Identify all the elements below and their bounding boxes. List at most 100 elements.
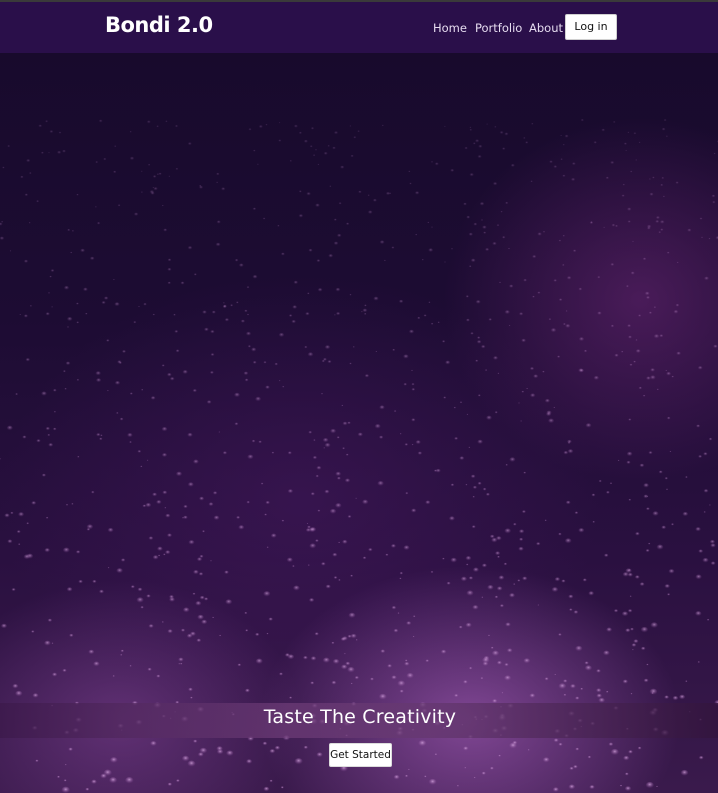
- raindrop: [472, 495, 475, 498]
- raindrop: [390, 544, 396, 549]
- raindrop: [490, 646, 494, 650]
- raindrop: [695, 611, 702, 617]
- raindrop: [362, 499, 369, 505]
- raindrop: [472, 142, 476, 145]
- raindrop: [197, 614, 204, 620]
- raindrop: [243, 371, 249, 376]
- raindrop: [51, 306, 53, 308]
- raindrop: [362, 556, 367, 560]
- raindrop: [465, 556, 472, 561]
- raindrop: [298, 214, 304, 218]
- raindrop: [664, 695, 669, 700]
- raindrop: [624, 772, 629, 776]
- raindrop: [322, 657, 330, 664]
- raindrop: [165, 550, 171, 555]
- raindrop: [234, 258, 239, 262]
- raindrop: [293, 585, 300, 591]
- get-started-button[interactable]: Get Started: [329, 743, 392, 767]
- raindrop: [404, 443, 408, 446]
- raindrop: [542, 370, 545, 373]
- raindrop: [574, 511, 579, 515]
- raindrop: [255, 658, 263, 665]
- raindrop: [628, 418, 632, 421]
- raindrop: [147, 163, 151, 166]
- raindrop: [345, 661, 351, 666]
- raindrop: [499, 131, 504, 135]
- raindrop: [493, 182, 498, 186]
- raindrop: [477, 394, 481, 397]
- raindrop: [181, 628, 185, 632]
- raindrop: [411, 418, 416, 422]
- raindrop: [481, 771, 486, 776]
- raindrop: [364, 304, 367, 307]
- raindrop: [466, 215, 470, 219]
- raindrop: [219, 634, 222, 637]
- raindrop: [404, 659, 408, 662]
- raindrop: [397, 612, 400, 614]
- raindrop: [450, 169, 455, 172]
- raindrop: [314, 632, 319, 636]
- raindrop: [411, 508, 417, 513]
- raindrop: [506, 648, 513, 653]
- raindrop: [494, 126, 497, 128]
- raindrop: [610, 263, 615, 267]
- raindrop: [255, 396, 261, 402]
- raindrop: [470, 332, 474, 335]
- raindrop: [403, 545, 410, 551]
- raindrop: [381, 124, 384, 127]
- raindrop: [218, 431, 221, 433]
- raindrop: [62, 149, 66, 153]
- raindrop: [156, 125, 159, 128]
- raindrop: [672, 695, 679, 701]
- nav-link-about[interactable]: About: [529, 21, 563, 35]
- raindrop: [544, 398, 550, 403]
- raindrop: [331, 680, 337, 685]
- raindrop: [355, 497, 357, 499]
- raindrop: [225, 599, 233, 605]
- raindrop: [519, 529, 525, 534]
- raindrop: [237, 663, 242, 667]
- raindrop: [550, 328, 557, 333]
- raindrop: [713, 152, 716, 155]
- raindrop: [433, 469, 438, 473]
- raindrop: [224, 318, 229, 322]
- raindrop: [505, 622, 511, 627]
- raindrop: [627, 572, 633, 577]
- raindrop: [216, 746, 223, 752]
- raindrop: [367, 194, 370, 197]
- raindrop: [411, 443, 414, 446]
- raindrop: [309, 598, 315, 603]
- login-button[interactable]: Log in: [565, 14, 617, 40]
- raindrop: [253, 149, 256, 152]
- raindrop: [137, 587, 143, 592]
- raindrop: [278, 332, 285, 338]
- raindrop: [598, 480, 602, 483]
- raindrop: [248, 128, 252, 131]
- brand-logo[interactable]: Bondi 2.0: [105, 13, 213, 37]
- raindrop: [255, 632, 260, 637]
- raindrop: [245, 331, 252, 336]
- raindrop: [62, 668, 67, 673]
- raindrop: [627, 131, 630, 134]
- raindrop: [51, 642, 54, 645]
- raindrop: [193, 570, 199, 575]
- raindrop: [336, 436, 340, 439]
- raindrop: [116, 412, 119, 415]
- raindrop: [129, 131, 132, 133]
- raindrop: [141, 389, 144, 391]
- nav-link-home[interactable]: Home: [433, 21, 467, 35]
- raindrop: [656, 544, 664, 550]
- raindrop: [638, 141, 641, 144]
- raindrop: [236, 516, 241, 520]
- raindrop: [26, 159, 31, 163]
- raindrop: [85, 312, 88, 315]
- raindrop: [298, 190, 302, 193]
- raindrop: [440, 649, 447, 655]
- raindrop: [712, 201, 716, 204]
- raindrop: [140, 170, 143, 172]
- raindrop: [114, 380, 121, 386]
- raindrop: [497, 372, 500, 375]
- nav-link-portfolio[interactable]: Portfolio: [475, 21, 522, 35]
- raindrop: [496, 224, 500, 227]
- raindrop: [451, 248, 453, 250]
